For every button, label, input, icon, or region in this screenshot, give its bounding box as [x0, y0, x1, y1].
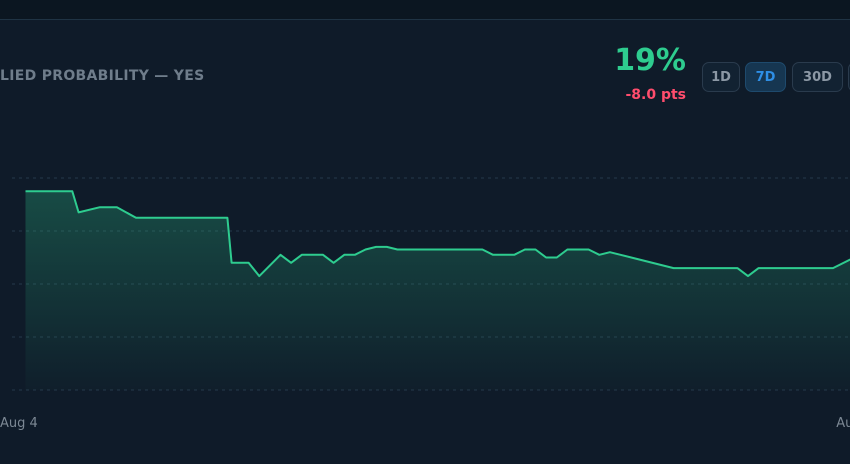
- probability-area: [25, 191, 850, 390]
- probability-chart: Aug 4 Aug 8: [0, 177, 850, 431]
- x-tick-label-0: Aug 4: [0, 416, 38, 431]
- x-tick-label-1: Aug 8: [836, 416, 850, 431]
